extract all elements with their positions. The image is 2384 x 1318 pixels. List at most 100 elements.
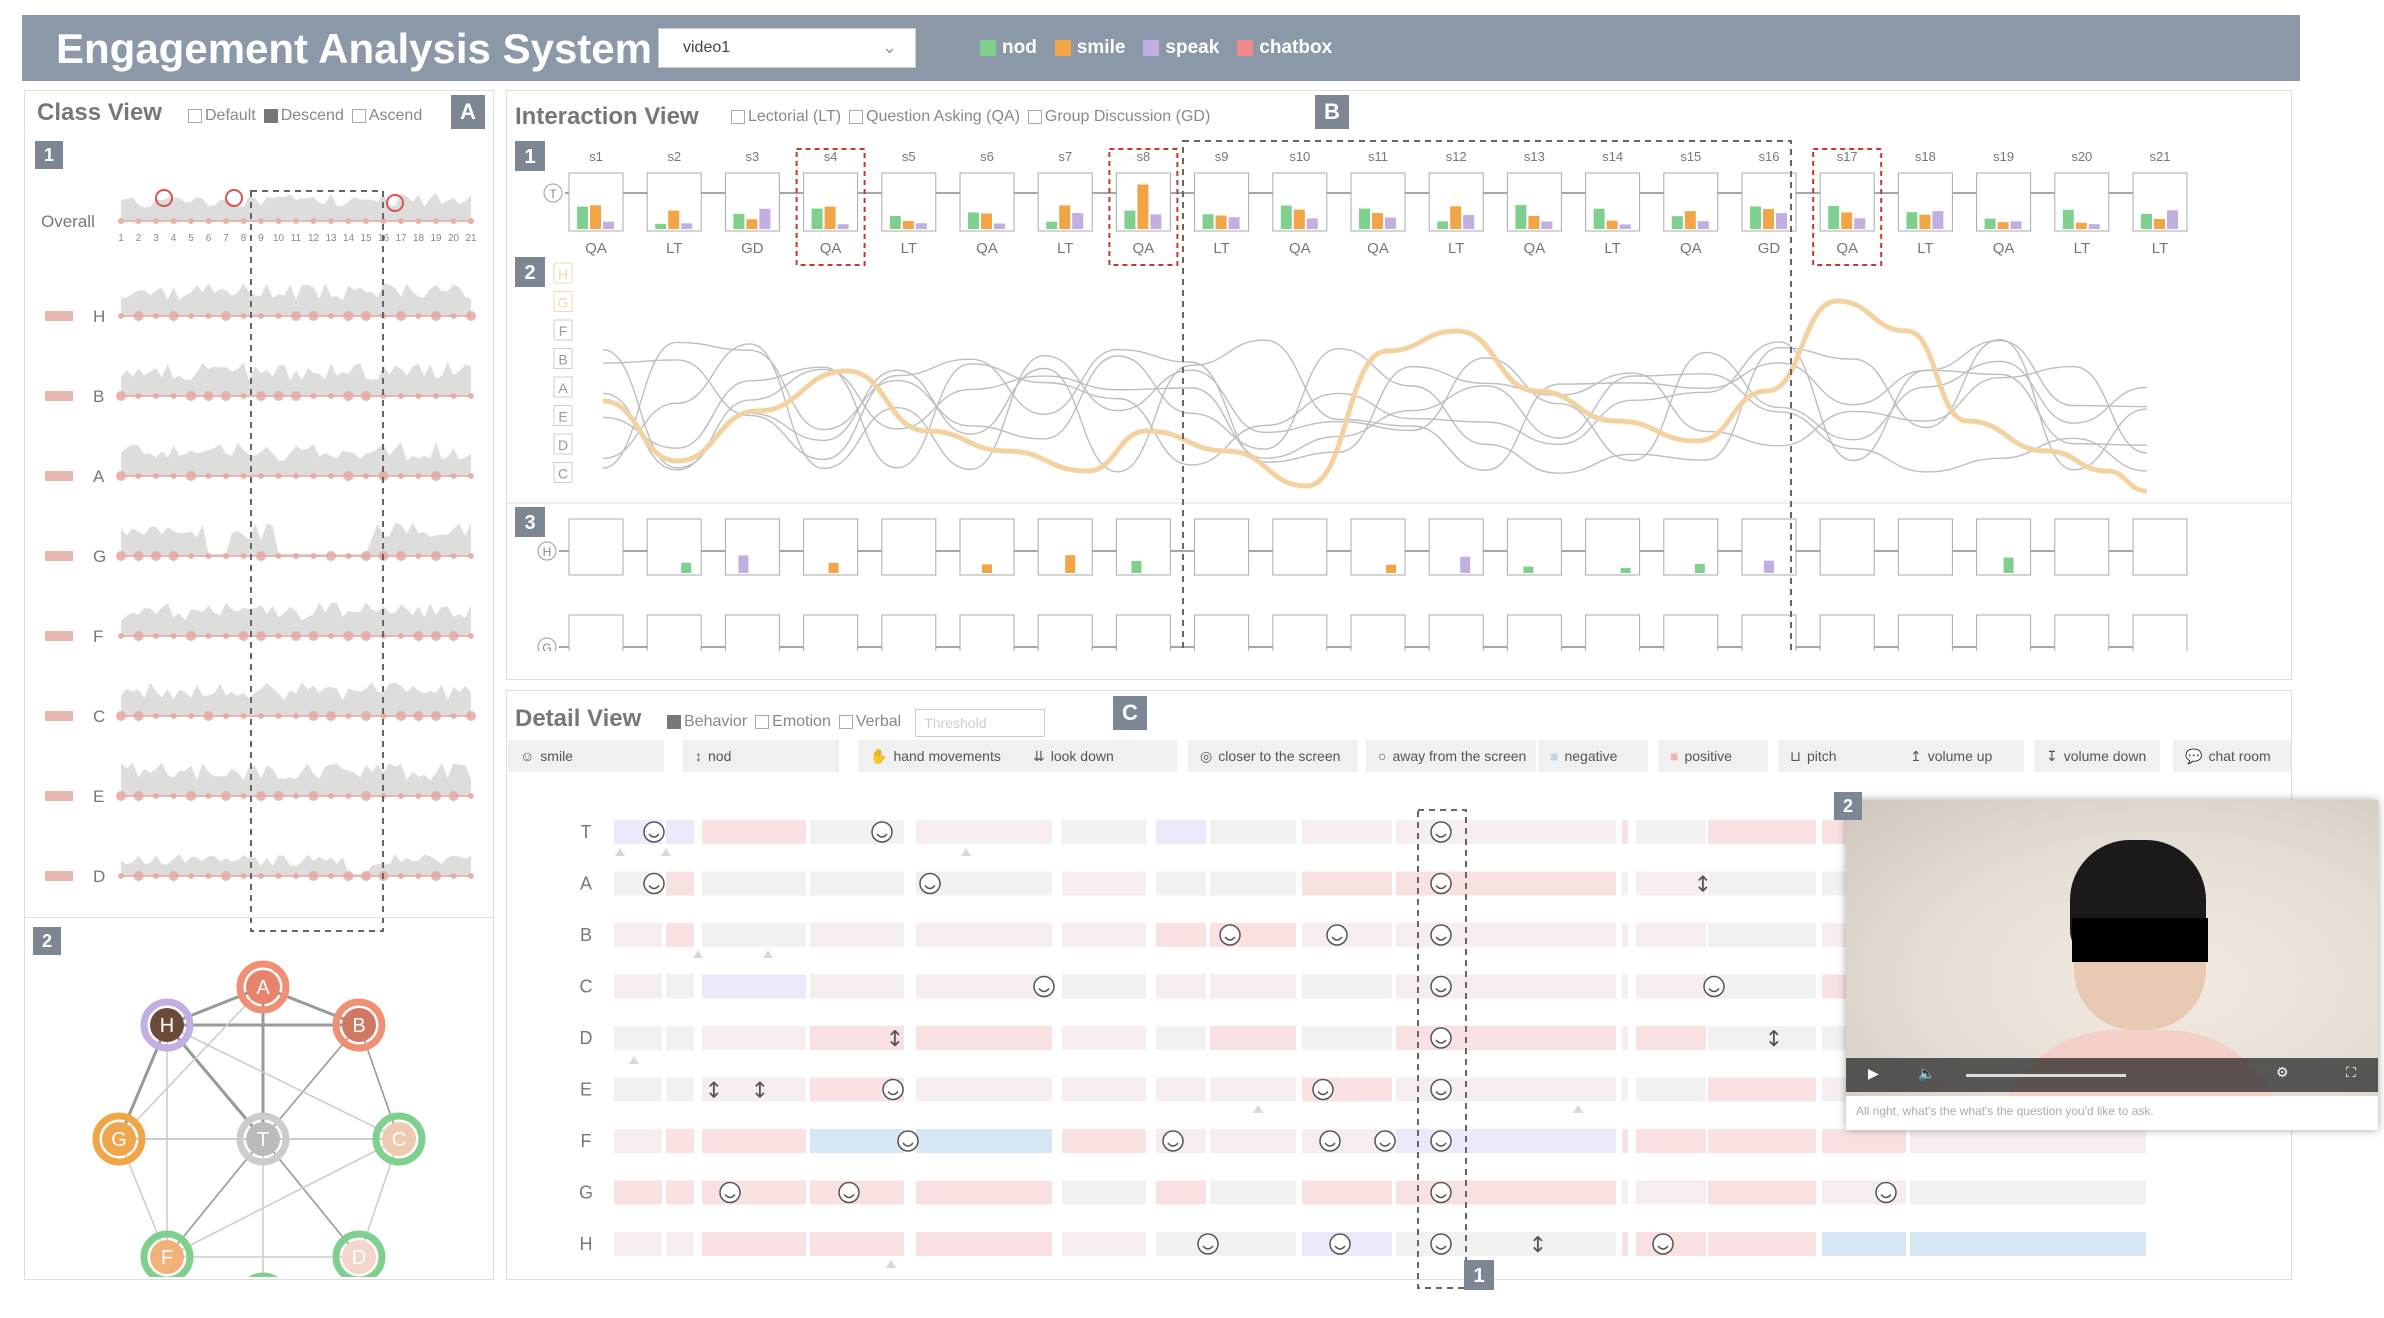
- marker-triangle: [1253, 1105, 1263, 1113]
- video-player[interactable]: ▶ 🔈 ⚙ ⛶ All right, what's the what's the…: [1846, 800, 2378, 1130]
- volume-icon[interactable]: 🔈: [1918, 1065, 1935, 1082]
- behavior-segment: [1210, 974, 1296, 999]
- overall-dot: [345, 218, 352, 224]
- tick-label: 19: [430, 233, 442, 244]
- option-verbal[interactable]: Verbal: [838, 712, 902, 731]
- option-default[interactable]: Default: [188, 107, 256, 125]
- bar-nod: [968, 212, 979, 229]
- legend-hand-movements[interactable]: ✋ hand movements: [858, 740, 1028, 772]
- behavior-segment: [702, 820, 806, 844]
- away-from-the-screen-icon: ○: [1378, 748, 1387, 764]
- student-dot: [413, 631, 424, 641]
- student-dot: [345, 713, 352, 719]
- student-dot: [205, 793, 212, 799]
- settings-icon[interactable]: ⚙: [2276, 1064, 2289, 1081]
- overall-dot: [398, 218, 404, 224]
- line-label: C: [558, 466, 568, 482]
- behavior-segment: [916, 1026, 1052, 1050]
- video-select[interactable]: video1 ⌄: [658, 28, 916, 68]
- option-ascend[interactable]: Ascend: [351, 107, 422, 125]
- legend-away-from-the-screen[interactable]: ○ away from the screen: [1366, 740, 1536, 772]
- student-dot: [326, 551, 336, 561]
- legend-positive[interactable]: ■ positive: [1658, 740, 1768, 772]
- smile-icon: [1703, 975, 1725, 998]
- behavior-segment: [1396, 1129, 1616, 1153]
- student-dot: [186, 471, 196, 481]
- row-label: H: [93, 307, 105, 326]
- behavior-segment: [1622, 1129, 1628, 1153]
- tick-label: 2: [136, 233, 142, 244]
- session-type: QA: [1993, 240, 2015, 257]
- checkbox[interactable]: [188, 109, 202, 123]
- behavior-segment: [666, 1129, 694, 1153]
- behavior-segment: [1708, 871, 1816, 896]
- highlighted-trend-line: [602, 298, 2148, 494]
- row-label: F: [93, 627, 103, 646]
- checkbox[interactable]: [351, 109, 366, 123]
- volume-up-icon: ↥: [1910, 747, 1922, 764]
- student-dot: [361, 551, 371, 561]
- checkbox[interactable]: [263, 109, 278, 123]
- play-icon[interactable]: ▶: [1868, 1065, 1879, 1082]
- session-type: LT: [1448, 240, 1464, 257]
- legend-smile[interactable]: ☺ smile: [508, 740, 664, 772]
- option-emotion[interactable]: Emotion: [755, 713, 831, 731]
- bar-nod: [577, 206, 588, 229]
- legend-nod[interactable]: ↕ nod: [683, 740, 839, 772]
- threshold-input[interactable]: Threshold: [915, 709, 1046, 737]
- option-label: Verbal: [855, 712, 902, 730]
- behavior-segment: [1062, 871, 1146, 896]
- behavior-segment: [1396, 820, 1616, 844]
- option-descend[interactable]: Descend: [263, 107, 344, 125]
- behavior-segment: [702, 923, 806, 947]
- behavior-segment: [810, 974, 904, 999]
- legend-item-speak: speak: [1143, 37, 1219, 59]
- session-box: [568, 614, 624, 651]
- bar-nod: [681, 562, 692, 573]
- tick-label: 7: [223, 233, 229, 244]
- legend-look-down[interactable]: ⇊ look down: [1021, 740, 1177, 772]
- legend-pitch[interactable]: ⊔ pitch: [1778, 740, 1898, 772]
- behavior-segment: [1062, 923, 1146, 947]
- behavior-segment: [1302, 1180, 1392, 1205]
- legend-negative[interactable]: ■ negative: [1538, 740, 1648, 772]
- tool-label: volume down: [2063, 748, 2147, 764]
- option-behavior[interactable]: Behavior: [667, 713, 747, 731]
- session-box: [1115, 614, 1171, 651]
- student-dot: [221, 391, 231, 401]
- bar-smile: [746, 219, 758, 229]
- student-dot: [361, 791, 371, 801]
- tick-label: 9: [258, 233, 264, 244]
- behavior-segment: [916, 1180, 1052, 1205]
- legend-swatch: [1054, 40, 1071, 56]
- bar-smile: [1059, 205, 1071, 229]
- checkbox[interactable]: [667, 714, 681, 729]
- behavior-segment: [916, 1232, 1052, 1256]
- legend-closer-to-the-screen[interactable]: ◎ closer to the screen: [1188, 740, 1358, 772]
- nod-icon: ↕: [751, 1079, 769, 1104]
- title-bar: Engagement Analysis System video1 ⌄ nod s…: [22, 15, 2300, 81]
- checkbox[interactable]: [755, 714, 770, 729]
- fullscreen-icon[interactable]: ⛶: [2346, 1064, 2356, 1081]
- row-label: B: [93, 387, 104, 406]
- student-dot: [328, 873, 334, 879]
- node-ring: [248, 1272, 278, 1277]
- legend-volume-up[interactable]: ↥ volume up: [1898, 740, 2024, 772]
- negative-icon: ■: [1550, 748, 1559, 764]
- bar-nod: [1280, 205, 1292, 229]
- legend-chat-room[interactable]: 💬 chat room: [2173, 740, 2291, 772]
- legend-volume-down[interactable]: ↧ volume down: [2034, 740, 2160, 772]
- checkbox[interactable]: [838, 714, 853, 729]
- student-dot: [343, 871, 354, 881]
- bar-nod: [1906, 212, 1918, 229]
- node-label: A: [256, 977, 270, 999]
- seek-bar[interactable]: [1966, 1074, 2126, 1077]
- behavior-segment: [1210, 1129, 1296, 1153]
- behavior-segment: [1396, 923, 1616, 947]
- bar-nod: [2003, 557, 2014, 573]
- behavior-segment: [702, 1180, 806, 1205]
- section-badge-label: 3: [524, 512, 535, 534]
- session-box: [1506, 614, 1562, 651]
- behavior-segment: [1622, 1180, 1628, 1205]
- graph-edge: [117, 1024, 169, 1140]
